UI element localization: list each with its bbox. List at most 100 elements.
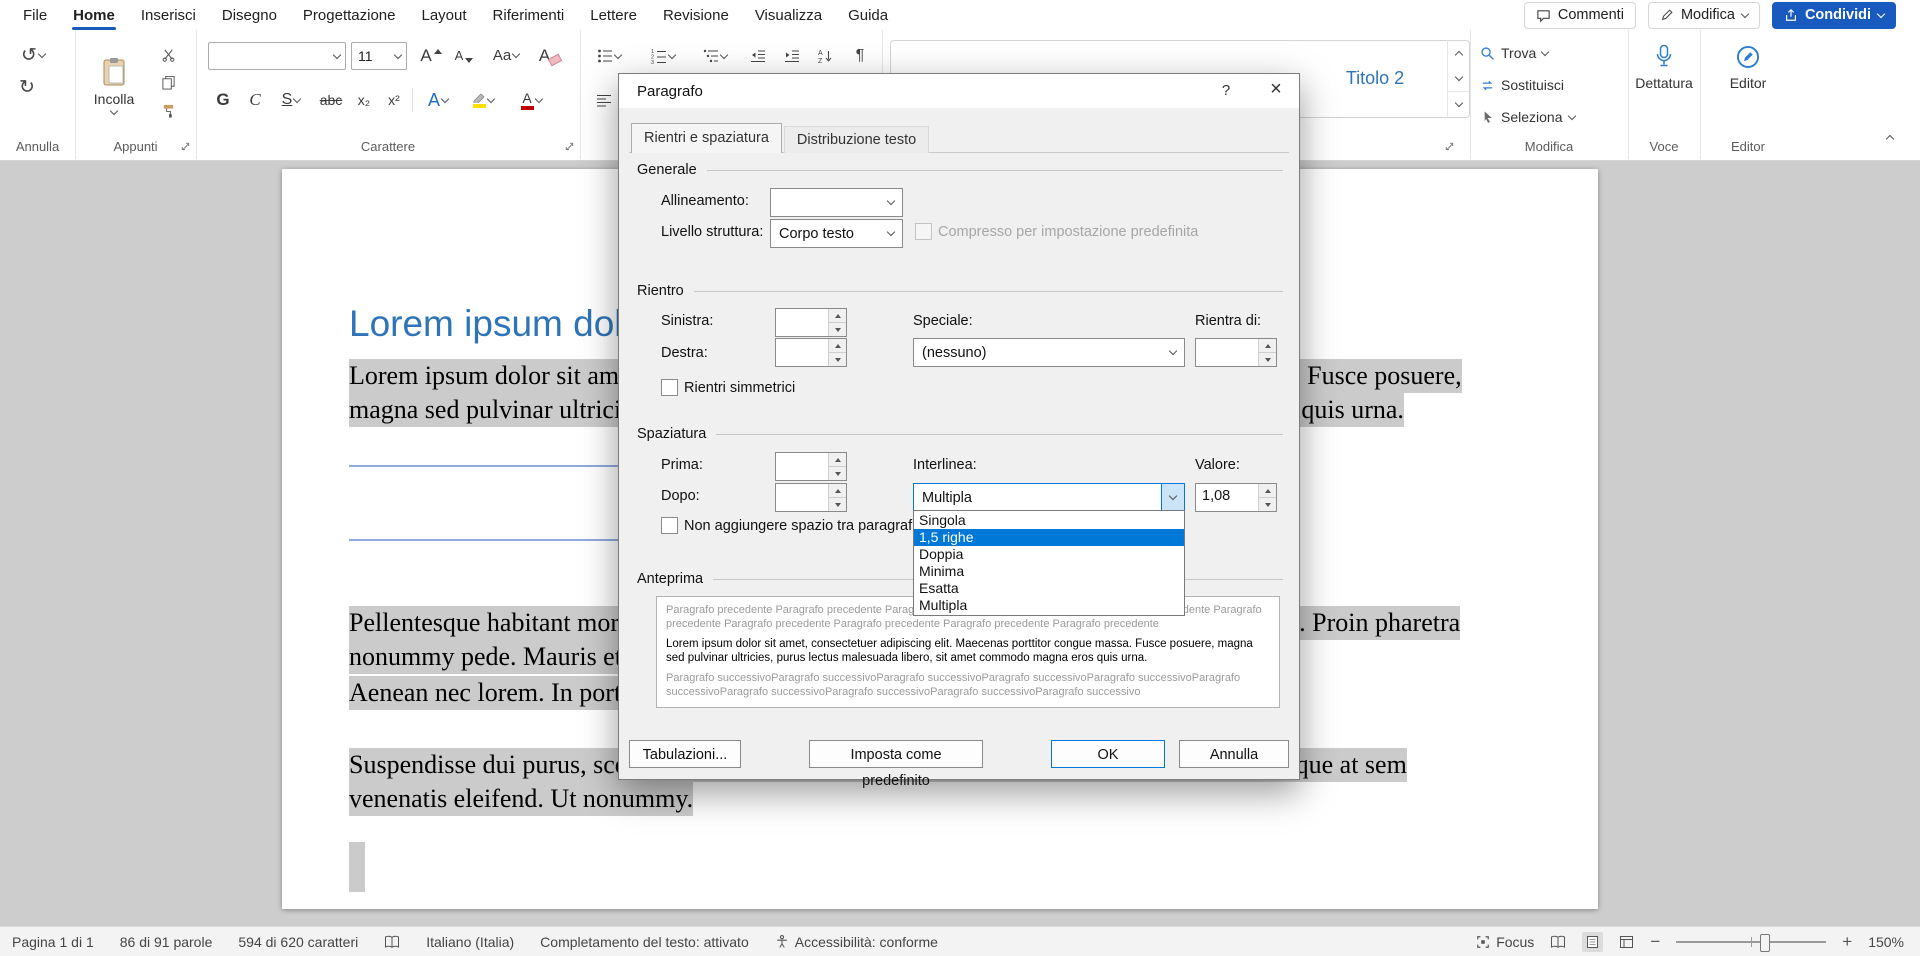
cancel-button[interactable]: Annulla	[1179, 740, 1289, 768]
tab-line-page-breaks[interactable]: Distribuzione testo	[784, 126, 929, 153]
spin-down-button[interactable]	[829, 467, 846, 480]
font-dialog-launcher[interactable]	[563, 140, 576, 153]
align-left-button[interactable]	[590, 88, 618, 114]
clipboard-dialog-launcher[interactable]	[179, 140, 192, 153]
editing-mode-button[interactable]: Modifica	[1648, 2, 1760, 29]
font-color-button[interactable]: A	[510, 86, 552, 114]
mirror-indents-checkbox[interactable]	[661, 379, 678, 396]
tab-indents-spacing[interactable]: Rientri e spaziatura	[631, 123, 782, 153]
menu-tab-lettere[interactable]: Lettere	[577, 0, 650, 30]
gallery-scroll-down-button[interactable]	[1448, 66, 1469, 91]
decrease-indent-button[interactable]	[744, 44, 772, 68]
spin-down-button[interactable]	[829, 498, 846, 511]
style-item-titolo-2[interactable]: Titolo 2	[1308, 45, 1442, 111]
collapse-ribbon-button[interactable]	[1878, 128, 1902, 146]
word-count[interactable]: 86 di 91 parole	[120, 934, 213, 950]
font-name-dropdown-button[interactable]	[328, 43, 345, 69]
line-spacing-combobox[interactable]: Multipla	[913, 483, 1185, 512]
text-effects-button[interactable]: A	[420, 86, 456, 114]
spin-up-button[interactable]	[829, 453, 846, 467]
editor-button[interactable]: Editor	[1718, 44, 1778, 91]
option-singola[interactable]: Singola	[914, 512, 1184, 529]
grow-font-button[interactable]: A	[416, 42, 446, 69]
spacing-at-spinner[interactable]: 1,08	[1195, 483, 1277, 512]
zoom-slider[interactable]	[1676, 941, 1826, 943]
spin-down-button[interactable]	[829, 353, 846, 366]
shrink-font-button[interactable]: A	[449, 42, 479, 69]
select-button[interactable]: Seleziona	[1480, 104, 1575, 130]
print-layout-button[interactable]	[1582, 932, 1603, 952]
page-indicator[interactable]: Pagina 1 di 1	[12, 934, 94, 950]
menu-tab-home[interactable]: Home	[60, 0, 128, 30]
gallery-scroll-up-button[interactable]	[1448, 41, 1469, 66]
comments-button[interactable]: Commenti	[1524, 2, 1636, 29]
spin-up-button[interactable]	[1259, 339, 1276, 353]
special-combobox[interactable]: (nessuno)	[913, 338, 1185, 367]
outline-level-dropdown-button[interactable]	[880, 220, 902, 247]
font-name-combobox[interactable]	[208, 42, 346, 70]
proofing-status-button[interactable]	[384, 935, 400, 949]
format-painter-button[interactable]	[155, 98, 181, 122]
multilevel-list-button[interactable]	[696, 44, 734, 68]
zoom-slider-thumb[interactable]	[1760, 934, 1770, 952]
font-size-combobox[interactable]: 11	[351, 42, 407, 70]
menu-tab-disegno[interactable]: Disegno	[209, 0, 290, 30]
spacing-before-spinner[interactable]	[775, 452, 847, 481]
spacing-after-spinner[interactable]	[775, 483, 847, 512]
language-indicator[interactable]: Italiano (Italia)	[426, 934, 514, 950]
text-completion-indicator[interactable]: Completamento del testo: attivato	[540, 934, 749, 950]
superscript-button[interactable]: x²	[380, 86, 408, 114]
zoom-in-button[interactable]: +	[1842, 932, 1852, 952]
option-multipla[interactable]: Multipla	[914, 597, 1184, 614]
web-layout-button[interactable]	[1619, 935, 1634, 949]
menu-tab-riferimenti[interactable]: Riferimenti	[480, 0, 578, 30]
bullet-list-button[interactable]	[590, 44, 628, 68]
find-button[interactable]: Trova	[1480, 40, 1548, 66]
bold-button[interactable]: G	[210, 86, 236, 114]
dialog-title-bar[interactable]: Paragrafo ? ×	[619, 74, 1299, 108]
show-formatting-marks-button[interactable]: ¶	[846, 44, 874, 68]
cut-button[interactable]	[155, 42, 181, 66]
menu-tab-file[interactable]: File	[10, 0, 60, 30]
option-minima[interactable]: Minima	[914, 563, 1184, 580]
indent-by-spinner[interactable]	[1195, 338, 1277, 367]
change-case-button[interactable]: Aa	[486, 42, 526, 69]
line-spacing-dropdown-button[interactable]	[1161, 484, 1184, 511]
underline-button[interactable]: S	[272, 86, 310, 114]
alignment-dropdown-button[interactable]	[880, 189, 902, 216]
undo-button[interactable]: ↺	[14, 42, 52, 68]
dictate-button[interactable]: Dettatura	[1634, 44, 1694, 91]
option-doppia[interactable]: Doppia	[914, 546, 1184, 563]
numbered-list-button[interactable]: 123	[644, 44, 682, 68]
spin-up-button[interactable]	[829, 484, 846, 498]
gallery-more-button[interactable]	[1448, 91, 1469, 117]
zoom-out-button[interactable]: −	[1650, 932, 1660, 952]
italic-button[interactable]: C	[242, 86, 268, 114]
strikethrough-button[interactable]: abc	[314, 86, 348, 114]
indent-left-spinner[interactable]	[775, 308, 847, 337]
highlight-color-button[interactable]	[462, 86, 504, 114]
tabs-button[interactable]: Tabulazioni...	[629, 740, 741, 768]
ok-button[interactable]: OK	[1051, 740, 1165, 768]
zoom-level-button[interactable]: 150%	[1868, 934, 1904, 950]
option-esatta[interactable]: Esatta	[914, 580, 1184, 597]
no-space-between-paragraphs-checkbox[interactable]	[661, 517, 678, 534]
menu-tab-progettazione[interactable]: Progettazione	[290, 0, 409, 30]
spin-up-button[interactable]	[1259, 484, 1276, 498]
spin-up-button[interactable]	[829, 339, 846, 353]
outline-level-combobox[interactable]: Corpo testo	[770, 219, 903, 248]
menu-tab-guida[interactable]: Guida	[835, 0, 901, 30]
replace-button[interactable]: Sostituisci	[1480, 72, 1564, 98]
special-dropdown-button[interactable]	[1162, 339, 1184, 366]
character-count[interactable]: 594 di 620 caratteri	[238, 934, 358, 950]
sort-button[interactable]: AZ	[810, 44, 840, 68]
font-size-dropdown-button[interactable]	[389, 43, 406, 69]
spin-down-button[interactable]	[1259, 353, 1276, 366]
share-button[interactable]: Condividi	[1772, 2, 1896, 29]
read-mode-button[interactable]	[1550, 935, 1566, 949]
redo-button[interactable]: ↻	[14, 74, 40, 100]
accessibility-indicator[interactable]: Accessibilità: conforme	[775, 934, 938, 950]
menu-tab-inserisci[interactable]: Inserisci	[128, 0, 209, 30]
paste-button[interactable]: Incolla	[83, 38, 145, 132]
set-as-default-button[interactable]: Imposta come predefinito	[809, 740, 983, 768]
